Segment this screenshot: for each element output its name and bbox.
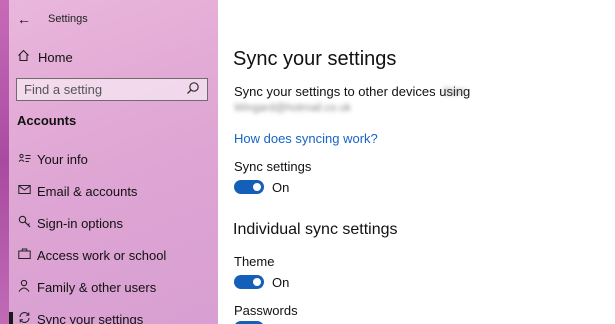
toggle-knob <box>253 278 261 286</box>
toggle-knob <box>253 183 261 191</box>
blurred-account-name: Sam <box>443 86 466 98</box>
individual-sync-heading: Individual sync settings <box>233 221 398 238</box>
sidebar: ← Settings Home Find a setting Accounts … <box>0 0 218 324</box>
sync-description: Sync your settings to other devices usin… <box>234 84 471 99</box>
passwords-label: Passwords <box>234 303 298 318</box>
person-card-icon <box>17 152 31 167</box>
home-nav-item[interactable]: Home <box>17 46 207 68</box>
sidebar-item-label: Family & other users <box>37 279 157 295</box>
home-icon <box>17 49 30 65</box>
active-item-indicator <box>9 312 13 324</box>
home-label: Home <box>38 49 73 65</box>
sidebar-item-label: Sign-in options <box>37 215 123 231</box>
back-arrow-icon[interactable]: ← <box>14 9 34 29</box>
section-heading-accounts: Accounts <box>17 113 77 128</box>
sidebar-item-your-info[interactable]: Your info <box>17 147 212 171</box>
briefcase-icon <box>17 248 31 263</box>
theme-state: On <box>272 275 290 290</box>
sidebar-item-label: Email & accounts <box>37 183 138 199</box>
blurred-account-email: Wingard@hotmail.co.uk <box>234 102 351 114</box>
search-input[interactable]: Find a setting <box>16 78 208 101</box>
sidebar-item-access-work-school[interactable]: Access work or school <box>17 243 212 267</box>
page-title: Sync your settings <box>233 48 397 70</box>
sidebar-item-sync-your-settings[interactable]: Sync your settings <box>17 307 212 324</box>
theme-label: Theme <box>234 254 275 269</box>
sidebar-item-sign-in-options[interactable]: Sign-in options <box>17 211 212 235</box>
person-icon <box>17 279 31 295</box>
theme-toggle[interactable] <box>234 275 264 289</box>
how-syncing-works-link[interactable]: How does syncing work? <box>234 131 378 146</box>
sync-icon <box>17 311 31 324</box>
search-placeholder: Find a setting <box>24 82 103 97</box>
sidebar-item-email-accounts[interactable]: Email & accounts <box>17 179 212 203</box>
sync-settings-label: Sync settings <box>234 159 312 174</box>
envelope-icon <box>17 184 31 198</box>
sync-settings-state: On <box>272 180 290 195</box>
app-title: Settings <box>48 13 88 25</box>
title-bar: ← Settings <box>0 0 218 38</box>
search-icon[interactable] <box>186 81 200 95</box>
sidebar-item-family-other-users[interactable]: Family & other users <box>17 275 212 299</box>
sidebar-item-label: Sync your settings <box>37 311 144 324</box>
key-icon <box>17 215 31 231</box>
sidebar-item-label: Your info <box>37 151 88 167</box>
sidebar-item-label: Access work or school <box>37 247 167 263</box>
sync-settings-toggle[interactable] <box>234 180 264 194</box>
main-content: Sync your settings Sync your settings to… <box>218 0 615 324</box>
